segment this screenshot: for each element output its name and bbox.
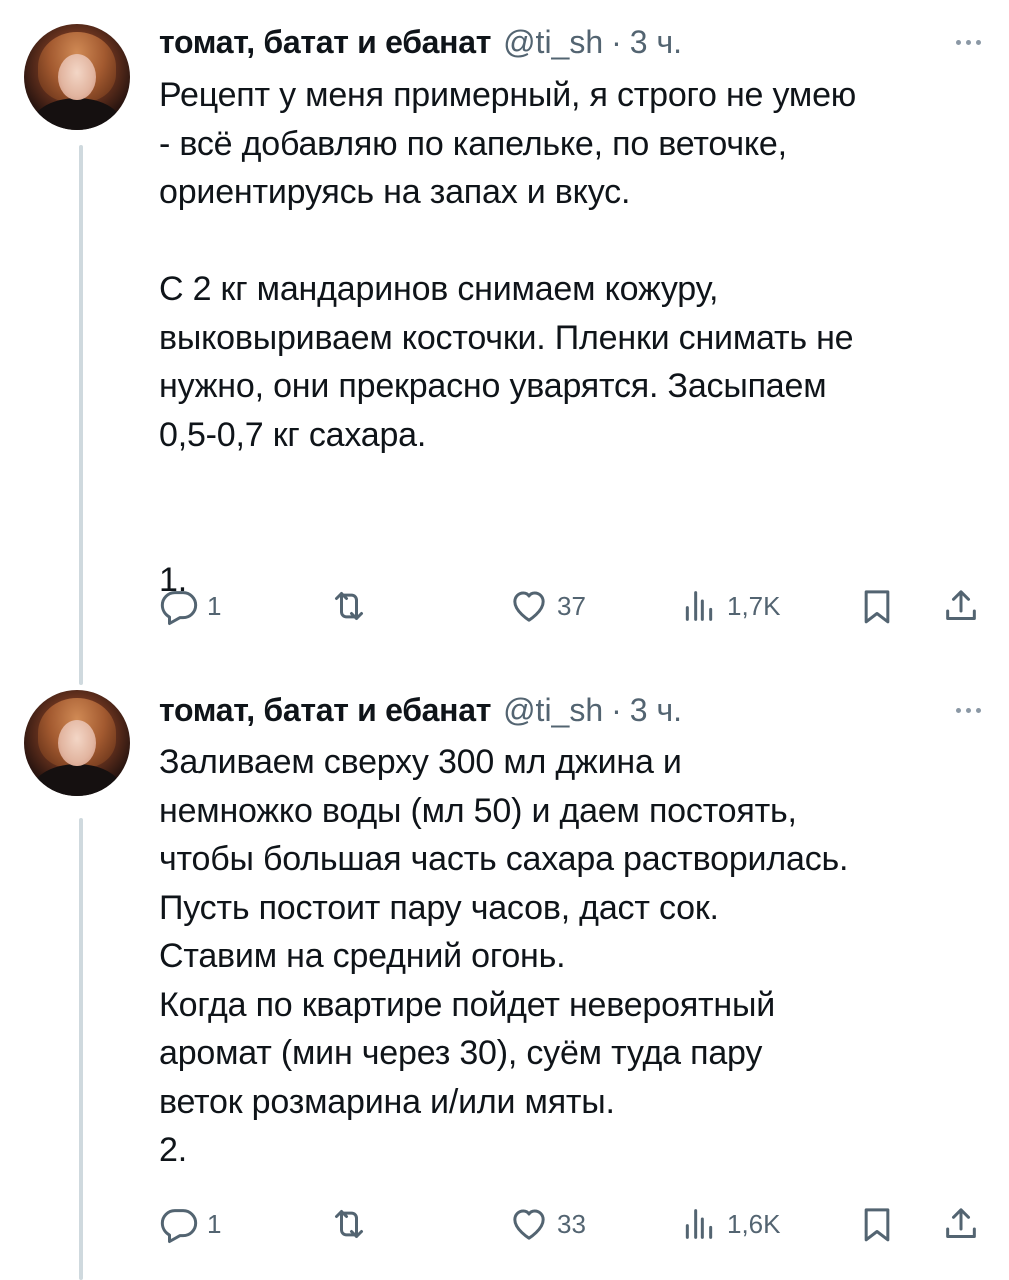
- tweet-actions: 1 33 1,6K: [159, 1202, 989, 1246]
- tweet-text: Рецепт у меня примерный, я строго не уме…: [159, 76, 857, 599]
- retweet-icon: [335, 1210, 363, 1238]
- share-icon: [946, 590, 976, 620]
- share-button[interactable]: [941, 584, 981, 628]
- tweet[interactable]: томат, батат и ебанат @ti_sh · 3 ч. Реце…: [0, 0, 1009, 660]
- bookmark-icon: [864, 1208, 890, 1242]
- more-icon[interactable]: [956, 40, 981, 45]
- views-button[interactable]: 1,6K: [679, 1202, 781, 1246]
- author-name[interactable]: томат, батат и ебанат: [159, 692, 491, 729]
- reply-button[interactable]: 1: [159, 1202, 221, 1246]
- author-name[interactable]: томат, батат и ебанат: [159, 24, 491, 61]
- author-handle[interactable]: @ti_sh: [503, 692, 603, 729]
- like-count: 37: [557, 590, 586, 621]
- like-button[interactable]: 37: [509, 584, 586, 628]
- avatar[interactable]: [24, 690, 130, 796]
- tweet-actions: 1 37 1,7K: [159, 584, 989, 628]
- author-handle[interactable]: @ti_sh: [503, 24, 603, 61]
- avatar[interactable]: [24, 24, 130, 130]
- more-icon[interactable]: [956, 708, 981, 713]
- separator: ·: [611, 691, 622, 728]
- bookmark-button[interactable]: [857, 584, 897, 628]
- retweet-icon: [335, 592, 363, 620]
- retweet-button[interactable]: [329, 1202, 377, 1246]
- like-icon: [513, 591, 545, 622]
- reply-icon: [160, 591, 198, 625]
- tweet-header: томат, батат и ебанат @ti_sh · 3 ч.: [159, 22, 682, 62]
- views-count: 1,7K: [727, 590, 781, 621]
- tweet-header: томат, батат и ебанат @ti_sh · 3 ч.: [159, 690, 682, 730]
- retweet-button[interactable]: [329, 584, 377, 628]
- reply-icon: [160, 1209, 198, 1243]
- reply-button[interactable]: 1: [159, 584, 221, 628]
- bookmark-button[interactable]: [857, 1202, 897, 1246]
- like-count: 33: [557, 1208, 586, 1239]
- separator: ·: [611, 23, 622, 60]
- like-icon: [513, 1209, 545, 1240]
- share-button[interactable]: [941, 1202, 981, 1246]
- timestamp[interactable]: 3 ч.: [630, 24, 682, 61]
- views-count: 1,6K: [727, 1208, 781, 1239]
- share-icon: [946, 1208, 976, 1238]
- reply-count: 1: [207, 590, 222, 621]
- bookmark-icon: [864, 590, 890, 624]
- views-icon: [685, 591, 713, 621]
- timestamp[interactable]: 3 ч.: [630, 692, 682, 729]
- views-button[interactable]: 1,7K: [679, 584, 781, 628]
- views-icon: [685, 1209, 713, 1239]
- like-button[interactable]: 33: [509, 1202, 586, 1246]
- tweet[interactable]: томат, батат и ебанат @ti_sh · 3 ч. Зали…: [0, 660, 1009, 1280]
- reply-count: 1: [207, 1208, 222, 1239]
- tweet-text: Заливаем сверху 300 мл джина и немножко …: [159, 743, 849, 1169]
